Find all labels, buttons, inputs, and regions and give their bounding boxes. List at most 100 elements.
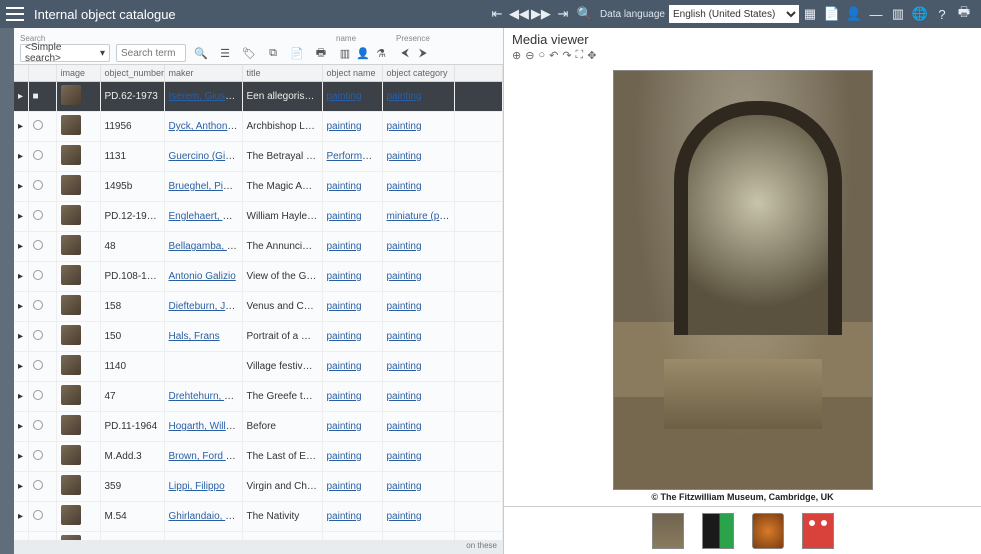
- category-cell[interactable]: painting: [382, 82, 454, 112]
- category-cell[interactable]: painting: [382, 382, 454, 412]
- maker-cell[interactable]: Bouts, Albert: [164, 532, 242, 541]
- search-icon[interactable]: 🔍: [574, 3, 596, 25]
- expand-cell[interactable]: ▸: [14, 82, 28, 112]
- category-cell[interactable]: painting: [382, 412, 454, 442]
- next-icon[interactable]: ▶▶: [530, 3, 552, 25]
- expand-cell[interactable]: ▸: [14, 532, 28, 541]
- grid-view-icon[interactable]: ▦: [799, 3, 821, 25]
- lang-select[interactable]: English (United States): [669, 5, 799, 23]
- expand-cell[interactable]: ▸: [14, 442, 28, 472]
- zoom-in-icon[interactable]: ⊕: [512, 49, 521, 62]
- table-row[interactable]: ▸■PD.62-1973Iserem, GiuseppeEen allegori…: [14, 82, 503, 112]
- table-row[interactable]: ▸M.Add.3Brown, Ford MadoxThe Last of Eng…: [14, 442, 503, 472]
- help-icon[interactable]: ?: [931, 3, 953, 25]
- expand-cell[interactable]: ▸: [14, 412, 28, 442]
- category-cell[interactable]: painting: [382, 352, 454, 382]
- select-cell[interactable]: [28, 322, 56, 352]
- search-mode-select[interactable]: <Simple search> ▾: [20, 44, 110, 62]
- category-cell[interactable]: painting: [382, 292, 454, 322]
- maker-cell[interactable]: Hals, Frans: [164, 322, 242, 352]
- expand-cell[interactable]: ▸: [14, 352, 28, 382]
- nav-fwd-icon[interactable]: ⮞: [414, 44, 432, 62]
- thumb-cell[interactable]: [56, 532, 100, 541]
- select-cell[interactable]: [28, 502, 56, 532]
- name-cell[interactable]: painting: [322, 82, 382, 112]
- category-cell[interactable]: painting: [382, 172, 454, 202]
- maker-cell[interactable]: Iserem, Giuseppe: [164, 82, 242, 112]
- rotate-right-icon[interactable]: ↷: [562, 49, 571, 62]
- thumb-cell[interactable]: [56, 232, 100, 262]
- category-cell[interactable]: painting: [382, 322, 454, 352]
- media-image[interactable]: [613, 70, 873, 490]
- table-row[interactable]: ▸150Hals, FransPortrait of a man …painti…: [14, 322, 503, 352]
- thumb-1[interactable]: [652, 513, 684, 549]
- table-row[interactable]: ▸1140Village festival in fr…paintingpain…: [14, 352, 503, 382]
- expand-cell[interactable]: ▸: [14, 112, 28, 142]
- left-rail[interactable]: [0, 28, 14, 554]
- last-icon[interactable]: ⇥: [552, 3, 574, 25]
- rotate-left-icon[interactable]: ↶: [549, 49, 558, 62]
- col-number[interactable]: object_number: [100, 65, 164, 82]
- doc2-icon[interactable]: 📄: [288, 44, 306, 62]
- thumb-2[interactable]: [702, 513, 734, 549]
- tag-icon[interactable]: 🏷: [240, 44, 258, 62]
- category-cell[interactable]: painting: [382, 502, 454, 532]
- table-row[interactable]: ▸11956Dyck, Anthonie vanArchbishop Laudp…: [14, 112, 503, 142]
- select-cell[interactable]: [28, 442, 56, 472]
- name-cell[interactable]: painting: [322, 472, 382, 502]
- select-cell[interactable]: [28, 142, 56, 172]
- cols-icon[interactable]: ▥: [336, 44, 354, 62]
- maker-cell[interactable]: Bellagamba, Jean: [164, 232, 242, 262]
- thumb-cell[interactable]: [56, 382, 100, 412]
- col-title[interactable]: title: [242, 65, 322, 82]
- reset-zoom-icon[interactable]: ○: [538, 49, 545, 62]
- nav-back-icon[interactable]: ⮜: [396, 44, 414, 62]
- thumb-cell[interactable]: [56, 352, 100, 382]
- col-maker[interactable]: maker: [164, 65, 242, 82]
- results-table-wrap[interactable]: image object_number maker title object n…: [14, 64, 503, 540]
- col-thumb[interactable]: image: [56, 65, 100, 82]
- name-cell[interactable]: Performance: [322, 142, 382, 172]
- name-cell[interactable]: painting: [322, 442, 382, 472]
- zoom-out-icon[interactable]: ⊖: [525, 49, 534, 62]
- category-cell[interactable]: painting: [382, 142, 454, 172]
- thumb-cell[interactable]: [56, 172, 100, 202]
- thumb-cell[interactable]: [56, 262, 100, 292]
- user-icon[interactable]: 👤: [843, 3, 865, 25]
- user2-icon[interactable]: 👤: [354, 44, 372, 62]
- first-icon[interactable]: ⇤: [486, 3, 508, 25]
- search-input[interactable]: [116, 44, 186, 62]
- select-cell[interactable]: [28, 382, 56, 412]
- maker-cell[interactable]: Englehaert, George: [164, 202, 242, 232]
- col-name[interactable]: object name: [322, 65, 382, 82]
- maker-cell[interactable]: Dyck, Anthonie van: [164, 112, 242, 142]
- print-icon[interactable]: 🖶: [953, 3, 975, 25]
- thumb-cell[interactable]: [56, 442, 100, 472]
- maker-cell[interactable]: Guercino (Giovanni…: [164, 142, 242, 172]
- table-row[interactable]: ▸98Bouts, AlbertThe Transfigurationpaint…: [14, 532, 503, 541]
- name-cell[interactable]: painting: [322, 532, 382, 541]
- copy-icon[interactable]: ⧉: [264, 44, 282, 62]
- expand-cell[interactable]: ▸: [14, 172, 28, 202]
- thumb-cell[interactable]: [56, 82, 100, 112]
- maker-cell[interactable]: Brueghel, Pieter, I: [164, 172, 242, 202]
- name-cell[interactable]: painting: [322, 262, 382, 292]
- category-cell[interactable]: miniature (painti…: [382, 202, 454, 232]
- menu2-icon[interactable]: ☰: [216, 44, 234, 62]
- maker-cell[interactable]: Hogarth, William: [164, 412, 242, 442]
- table-row[interactable]: ▸158Diefteburn, JoanneVenus and Cupidpai…: [14, 292, 503, 322]
- category-cell[interactable]: painting: [382, 232, 454, 262]
- thumb-cell[interactable]: [56, 142, 100, 172]
- expand-cell[interactable]: ▸: [14, 202, 28, 232]
- thumb-cell[interactable]: [56, 322, 100, 352]
- globe-icon[interactable]: 🌐: [909, 3, 931, 25]
- expand-cell[interactable]: ▸: [14, 472, 28, 502]
- maker-cell[interactable]: Ghirlandaio, Dome…: [164, 502, 242, 532]
- select-cell[interactable]: [28, 412, 56, 442]
- col-category[interactable]: object category: [382, 65, 454, 82]
- table-row[interactable]: ▸PD.108-1992Antonio GalizioView of the G…: [14, 262, 503, 292]
- thumb-cell[interactable]: [56, 202, 100, 232]
- col-expand[interactable]: [14, 65, 28, 82]
- name-cell[interactable]: painting: [322, 202, 382, 232]
- select-cell[interactable]: [28, 172, 56, 202]
